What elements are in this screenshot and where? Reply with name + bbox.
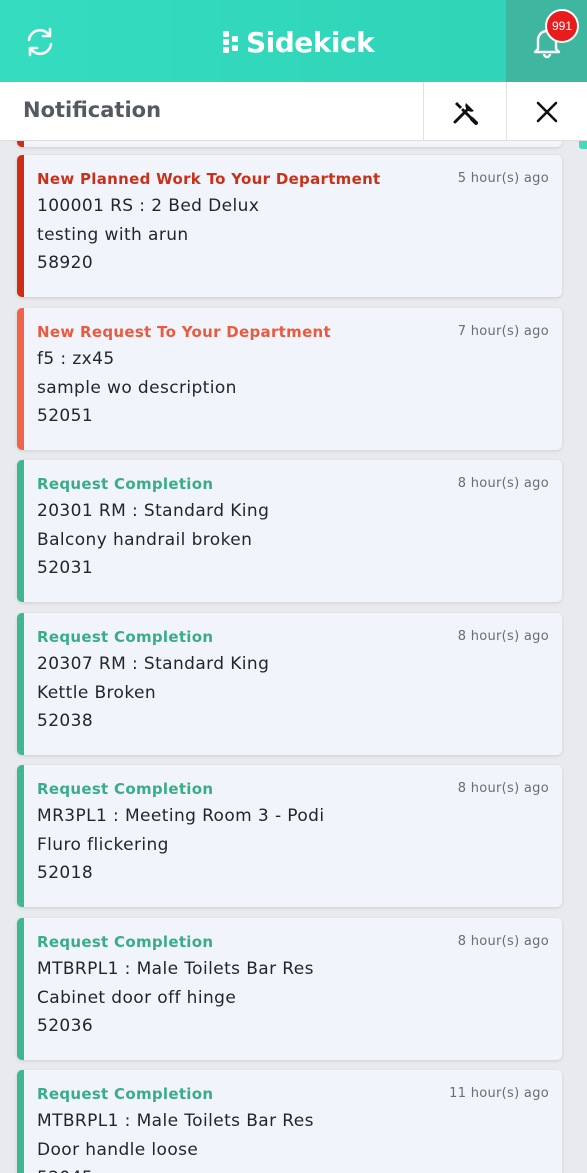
close-icon	[536, 101, 558, 122]
refresh-button[interactable]	[20, 22, 60, 62]
notification-card[interactable]: Request Completion 8 hour(s) ago MR3PL1 …	[17, 765, 562, 907]
notification-location: 100001 RS : 2 Bed Delux	[37, 196, 260, 216]
notifications-bell-button[interactable]	[506, 0, 587, 82]
notification-number: 52045	[37, 1168, 93, 1173]
notification-card[interactable]: Request Completion 8 hour(s) ago 20307 R…	[17, 613, 562, 755]
notification-location: 20301 RM : Standard King	[37, 501, 270, 521]
notification-title: Request Completion	[37, 628, 214, 646]
notification-title: New Planned Work To Your Department	[37, 170, 381, 188]
notification-card[interactable]: New Request To Your Department 7 hour(s)…	[17, 308, 562, 450]
notification-list[interactable]: New Planned Work To Your Department 5 ho…	[0, 141, 587, 1173]
partial-notification-card[interactable]	[17, 141, 562, 147]
notification-description: Cabinet door off hinge	[37, 988, 237, 1008]
close-button[interactable]	[506, 82, 587, 141]
notification-time: 11 hour(s) ago	[449, 1086, 549, 1101]
notification-time: 8 hour(s) ago	[457, 934, 549, 949]
notification-title: Request Completion	[37, 780, 214, 798]
notification-card[interactable]: Request Completion 11 hour(s) ago MTBRPL…	[17, 1070, 562, 1173]
notification-time: 5 hour(s) ago	[457, 171, 549, 186]
app-root: Sidekick 991 Notification New Planned Wo…	[0, 0, 587, 1173]
notification-location: MTBRPL1 : Male Toilets Bar Res	[37, 959, 314, 979]
notification-number: 52051	[37, 406, 94, 426]
notification-card[interactable]: Request Completion 8 hour(s) ago MTBRPL1…	[17, 918, 562, 1060]
notification-title: Request Completion	[37, 933, 214, 951]
notification-description: Fluro flickering	[37, 835, 169, 855]
panel-title: Notification	[23, 98, 162, 122]
notification-location: MTBRPL1 : Male Toilets Bar Res	[37, 1111, 314, 1131]
notification-number: 58920	[37, 253, 94, 273]
notification-title: New Request To Your Department	[37, 323, 331, 341]
notification-location: f5 : zx45	[37, 349, 115, 369]
notification-description: Door handle loose	[37, 1140, 199, 1160]
notification-description: Balcony handrail broken	[37, 530, 253, 550]
sidekick-logo-icon	[223, 31, 238, 53]
notification-number: 52036	[37, 1016, 94, 1036]
notification-panel-header: Notification	[0, 82, 587, 141]
notification-location: 20307 RM : Standard King	[37, 654, 270, 674]
refresh-icon	[27, 27, 53, 57]
notification-time: 7 hour(s) ago	[457, 324, 549, 339]
notification-title: Request Completion	[37, 1085, 214, 1103]
brand-name: Sidekick	[246, 25, 375, 59]
notification-number: 52018	[37, 863, 94, 883]
notification-description: testing with arun	[37, 225, 189, 245]
notification-card[interactable]: New Planned Work To Your Department 5 ho…	[17, 155, 562, 297]
scrollbar-thumb[interactable]	[579, 141, 587, 149]
brand-logo: Sidekick	[222, 22, 375, 62]
notification-number: 52038	[37, 711, 94, 731]
tools-button[interactable]	[423, 82, 506, 141]
notification-description: Kettle Broken	[37, 683, 157, 703]
notification-card[interactable]: Request Completion 8 hour(s) ago 20301 R…	[17, 460, 562, 602]
notification-count-badge: 991	[545, 9, 579, 43]
notification-title: Request Completion	[37, 475, 214, 493]
notification-description: sample wo description	[37, 378, 237, 398]
notification-time: 8 hour(s) ago	[457, 629, 549, 644]
notification-time: 8 hour(s) ago	[457, 781, 549, 796]
top-header: Sidekick 991	[0, 0, 587, 82]
notification-location: MR3PL1 : Meeting Room 3 - Podi	[37, 806, 325, 826]
tools-icon	[453, 101, 478, 125]
notification-number: 52031	[37, 558, 94, 578]
notification-time: 8 hour(s) ago	[457, 476, 549, 491]
